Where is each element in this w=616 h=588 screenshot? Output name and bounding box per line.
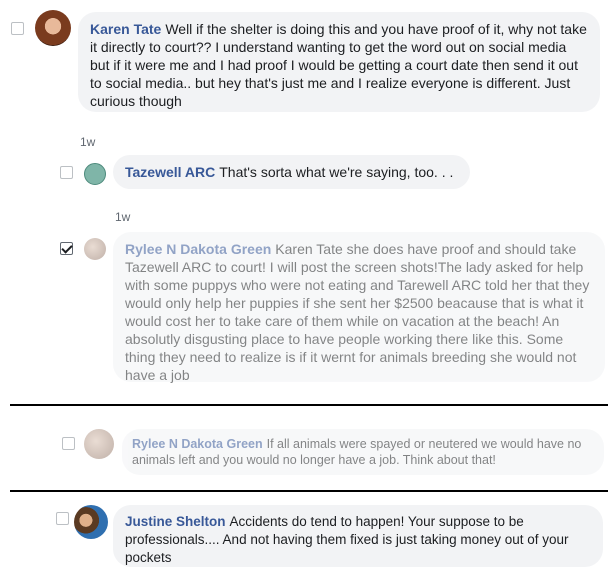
timestamp[interactable]: 1w bbox=[80, 135, 95, 149]
author-name[interactable]: Rylee N Dakota Green bbox=[125, 241, 271, 257]
comment-text: Karen Tate she does have proof and shoul… bbox=[125, 241, 590, 383]
timestamp[interactable]: 1w bbox=[115, 210, 130, 224]
avatar-rylee[interactable] bbox=[84, 238, 106, 260]
author-name[interactable]: Justine Shelton bbox=[125, 514, 226, 529]
comment-bubble-justine: Justine Shelton Accidents do tend to happ… bbox=[113, 505, 603, 567]
divider-line bbox=[10, 490, 608, 492]
comment-bubble-tazewell: Tazewell ARC That's sorta what we're sayi… bbox=[113, 155, 470, 189]
comment-bubble-rylee-2: Rylee N Dakota Green If all animals were … bbox=[122, 429, 604, 475]
select-checkbox-rylee-2[interactable] bbox=[62, 437, 75, 450]
comment-bubble-rylee-1: Rylee N Dakota Green Karen Tate she does … bbox=[113, 232, 605, 383]
select-checkbox-justine[interactable] bbox=[56, 512, 69, 525]
comment-bubble-karen: Karen Tate Well if the shelter is doing t… bbox=[78, 12, 600, 112]
select-checkbox-tazewell[interactable] bbox=[60, 166, 73, 179]
select-checkbox-rylee-1[interactable] bbox=[60, 242, 73, 255]
avatar-karen-tate[interactable] bbox=[35, 10, 71, 46]
select-checkbox-karen[interactable] bbox=[11, 22, 24, 35]
divider-line bbox=[10, 404, 608, 406]
comment-text: That's sorta what we're saying, too. . . bbox=[219, 164, 454, 180]
author-name[interactable]: Tazewell ARC bbox=[125, 164, 215, 180]
author-name[interactable]: Karen Tate bbox=[90, 21, 161, 37]
comment-text: Well if the shelter is doing this and yo… bbox=[90, 21, 587, 109]
avatar-tazewell-arc[interactable] bbox=[84, 163, 106, 185]
avatar-justine-shelton[interactable] bbox=[74, 505, 108, 539]
author-name[interactable]: Rylee N Dakota Green bbox=[132, 437, 263, 451]
avatar-rylee[interactable] bbox=[84, 429, 114, 459]
